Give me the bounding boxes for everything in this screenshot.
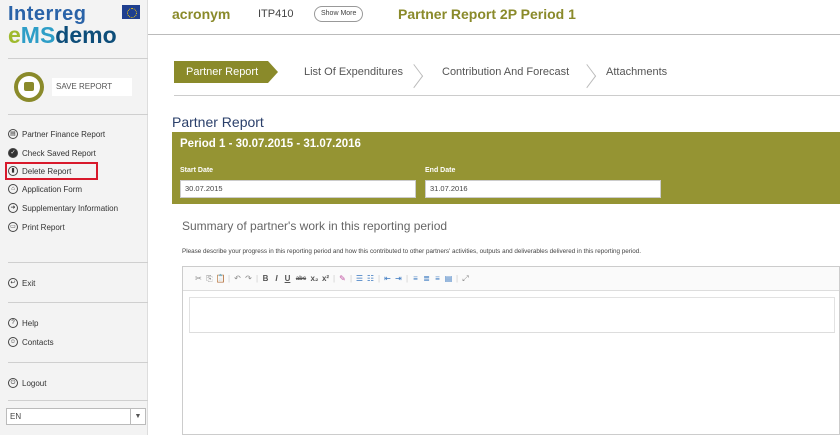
chevron-down-icon[interactable]: ▼ [130, 409, 145, 424]
language-value: EN [10, 412, 22, 421]
tab-contribution-and-forecast[interactable]: Contribution And Forecast [442, 61, 569, 83]
paste-icon[interactable]: 📋 [215, 274, 226, 283]
undo-icon[interactable]: ↶ [232, 274, 243, 283]
remove-format-icon[interactable]: ✎ [337, 274, 348, 283]
sidebar-divider [8, 58, 148, 59]
tab-separator-icon [587, 61, 597, 83]
copy-icon[interactable]: ⎘ [204, 274, 215, 284]
start-date-label: Start Date [180, 167, 214, 174]
tab-partner-report[interactable]: Partner Report [174, 61, 279, 83]
end-date-field[interactable]: 31.07.2016 [425, 180, 661, 198]
app-root: Interreg eMSdemo SAVE REPORT ▤ Partner F… [0, 0, 840, 435]
top-header: acronym ITP410 Show More Partner Report … [148, 0, 840, 32]
align-justify-icon[interactable]: ▤ [443, 274, 454, 283]
end-date-label: End Date [425, 167, 456, 174]
logo-text-interreg: Interreg [8, 3, 87, 25]
interreg-ems-logo: Interreg eMSdemo [8, 3, 140, 48]
save-disk-icon [14, 72, 44, 102]
strikethrough-icon[interactable]: abc [293, 276, 309, 282]
numbered-list-icon[interactable]: ☰ [354, 274, 365, 283]
sidebar-item-contacts[interactable]: ☺ Contacts [8, 335, 54, 349]
summary-title: Summary of partner's work in this report… [182, 219, 448, 233]
start-date-field[interactable]: 30.07.2015 [180, 180, 416, 198]
align-left-icon[interactable]: ≡ [410, 274, 421, 283]
summary-description: Please describe your progress in this re… [182, 248, 642, 255]
logo-text-emsdemo: eMSdemo [8, 22, 117, 48]
align-right-icon[interactable]: ≡ [432, 274, 443, 283]
help-icon: ? [8, 318, 18, 328]
align-center-icon[interactable]: ≣ [421, 274, 432, 283]
save-report-button[interactable]: SAVE REPORT [14, 72, 138, 102]
exit-icon: ↩ [8, 278, 18, 288]
sidebar-divider [8, 302, 148, 303]
report-tabs: Partner Report List Of Expenditures Cont… [174, 61, 840, 83]
sidebar-item-application-form[interactable]: ⌂ Application Form [8, 182, 82, 196]
delete-report-highlight [5, 162, 98, 180]
section-title: Partner Report [172, 114, 264, 130]
summary-text-area[interactable] [189, 297, 835, 333]
check-icon: ✓ [8, 148, 18, 158]
rich-text-editor: ✂ ⎘ 📋 | ↶ ↷ | B I U abc x₂ x² | ✎ | ☰ ☷ … [182, 266, 840, 435]
page-title: Partner Report 2P Period 1 [398, 6, 576, 22]
tab-list-of-expenditures[interactable]: List Of Expenditures [304, 61, 403, 83]
subscript-icon[interactable]: x₂ [309, 274, 320, 283]
sidebar-divider [8, 400, 148, 401]
tab-attachments[interactable]: Attachments [606, 61, 667, 83]
show-more-button[interactable]: Show More [314, 6, 364, 22]
project-acronym: acronym [172, 6, 231, 22]
sidebar-item-check-saved-report[interactable]: ✓ Check Saved Report [8, 146, 96, 160]
print-icon: ▭ [8, 222, 18, 232]
finance-icon: ▤ [8, 129, 18, 139]
bulleted-list-icon[interactable]: ☷ [365, 274, 376, 283]
indent-icon[interactable]: ⇥ [393, 274, 404, 283]
sidebar-item-supplementary-information[interactable]: ➜ Supplementary Information [8, 201, 118, 215]
period-panel: Period 1 - 30.07.2015 - 31.07.2016 Start… [172, 132, 840, 204]
sidebar-divider [8, 262, 148, 263]
redo-icon[interactable]: ↷ [243, 274, 254, 283]
language-select[interactable]: EN ▼ [6, 408, 146, 425]
sidebar-item-partner-finance-report[interactable]: ▤ Partner Finance Report [8, 127, 105, 141]
sidebar-item-help[interactable]: ? Help [8, 316, 38, 330]
sidebar-divider [8, 362, 148, 363]
sidebar-item-logout[interactable]: ⏻ Logout [8, 376, 46, 390]
tabs-divider [174, 95, 840, 96]
project-code: ITP410 [258, 8, 294, 20]
header-divider [148, 34, 840, 35]
tab-separator-icon [414, 61, 424, 83]
eu-flag-icon [122, 5, 140, 19]
sidebar-item-print-report[interactable]: ▭ Print Report [8, 220, 65, 234]
superscript-icon[interactable]: x² [320, 274, 331, 283]
maximize-icon[interactable]: ⤢ [460, 274, 471, 284]
sidebar: Interreg eMSdemo SAVE REPORT ▤ Partner F… [0, 0, 148, 435]
save-report-label: SAVE REPORT [52, 78, 132, 96]
sidebar-item-exit[interactable]: ↩ Exit [8, 276, 35, 290]
cut-icon[interactable]: ✂ [193, 274, 204, 283]
italic-icon[interactable]: I [271, 274, 282, 283]
period-title: Period 1 - 30.07.2015 - 31.07.2016 [180, 138, 361, 150]
arrow-icon: ➜ [8, 203, 18, 213]
contacts-icon: ☺ [8, 337, 18, 347]
sidebar-divider [8, 114, 148, 115]
editor-toolbar: ✂ ⎘ 📋 | ↶ ↷ | B I U abc x₂ x² | ✎ | ☰ ☷ … [183, 267, 839, 291]
home-icon: ⌂ [8, 184, 18, 194]
underline-icon[interactable]: U [282, 274, 293, 283]
power-icon: ⏻ [8, 378, 18, 388]
bold-icon[interactable]: B [260, 274, 271, 283]
outdent-icon[interactable]: ⇤ [382, 274, 393, 283]
